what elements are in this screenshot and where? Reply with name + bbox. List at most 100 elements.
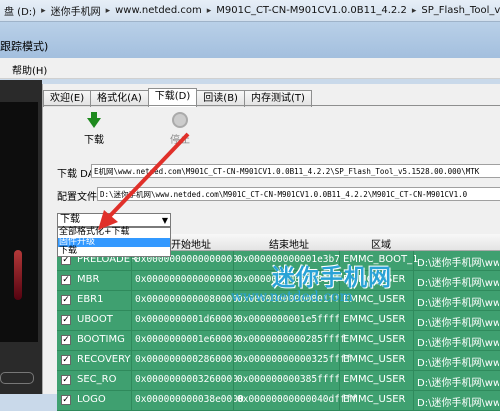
breadcrumb-folder-4[interactable]: SP_Flash_Tool_v5.1528 <box>419 5 500 16</box>
row-region: EMMC_USER <box>343 394 406 405</box>
row-start-address: 0x0000000003260000 <box>135 374 238 385</box>
row-region: EMMC_USER <box>343 354 406 365</box>
breadcrumb-folder-2[interactable]: www.netded.com <box>113 5 204 16</box>
download-button[interactable]: 下载 <box>79 112 109 146</box>
row-path: D:\迷你手机网\www <box>417 338 499 349</box>
row-checkbox[interactable]: ✓ <box>61 275 71 285</box>
column-divider <box>131 351 132 370</box>
watermark-title: 迷你手机网 <box>272 265 392 291</box>
column-divider <box>413 351 414 370</box>
column-divider <box>413 311 414 330</box>
download-arrow-head <box>87 118 101 128</box>
stop-icon <box>172 112 188 128</box>
column-divider <box>233 311 234 330</box>
row-start-address: 0x0000000001e60000 <box>135 334 238 345</box>
breadcrumb-folder-1[interactable]: 迷你手机网 <box>49 3 103 18</box>
row-start-address: 0x0000000000080000 <box>135 294 238 305</box>
column-divider <box>413 251 414 270</box>
row-checkbox[interactable]: ✓ <box>61 295 71 305</box>
table-row[interactable]: ✓ UBOOT 0x0000000001d60000 0x0000000001e5ff… <box>57 311 500 331</box>
row-name: RECOVERY <box>77 354 131 365</box>
option-download[interactable]: 下载 <box>58 246 170 257</box>
column-divider <box>339 351 340 370</box>
row-end-address: 0x00000000000325ffff <box>237 354 352 365</box>
column-divider <box>339 331 340 350</box>
chevron-right-icon[interactable]: ▸ <box>38 6 49 16</box>
row-start-address: 0x0000000000000000 <box>135 274 238 285</box>
chevron-right-icon[interactable]: ▸ <box>409 6 420 16</box>
header-end-address[interactable]: 结束地址 <box>269 236 309 251</box>
row-start-address: 0x0000000001d60000 <box>135 314 238 325</box>
stop-button-label: 停止 <box>170 135 190 146</box>
table-row[interactable]: ✓ LOGO 0x000000000038e0000 0x00000000000040… <box>57 391 500 411</box>
row-checkbox[interactable]: ✓ <box>61 395 71 405</box>
row-path: D:\迷你手机网\www <box>417 278 499 289</box>
column-divider <box>413 331 414 350</box>
column-divider <box>413 291 414 310</box>
header-start-address[interactable]: 开始地址 <box>171 236 211 251</box>
table-row[interactable]: ✓ BOOTIMG 0x0000000001e60000 0x000000000028… <box>57 331 500 351</box>
table-row[interactable]: ✓ SEC_RO 0x0000000003260000 0x000000000385f… <box>57 371 500 391</box>
column-divider <box>131 291 132 310</box>
row-name: LOGO <box>77 394 106 405</box>
row-checkbox[interactable]: ✓ <box>61 355 71 365</box>
row-name: BOOTIMG <box>77 334 125 345</box>
row-region: EMMC_USER <box>343 374 406 385</box>
column-divider <box>233 371 234 390</box>
row-checkbox[interactable]: ✓ <box>61 335 71 345</box>
column-divider <box>233 331 234 350</box>
row-region: EMMC_USER <box>343 334 406 345</box>
phone-glow <box>14 250 22 300</box>
column-divider <box>131 311 132 330</box>
da-file-field[interactable]: E机网\www.netded.com\M901C_CT-CN-M901CV1.0… <box>91 164 500 178</box>
menu-bar: 帮助(H) <box>0 58 500 79</box>
chevron-right-icon[interactable]: ▸ <box>204 6 215 16</box>
address-breadcrumb[interactable]: 盘 (D:) ▸ 迷你手机网 ▸ www.netded.com ▸ M901C_… <box>0 0 500 22</box>
config-label: 配置文件 <box>57 192 97 203</box>
column-divider <box>413 271 414 290</box>
menu-help[interactable]: 帮助(H) <box>12 62 47 77</box>
row-path: D:\迷你手机网\www <box>417 398 499 409</box>
tab-strip: 欢迎(E) 格式化(A) 下载(D) 回读(B) 内存测试(T) <box>43 88 312 107</box>
breadcrumb-folder-3[interactable]: M901C_CT-CN-M901CV1.0.0B11_4.2.2 <box>214 5 409 16</box>
phone-screen <box>0 102 38 342</box>
row-path: D:\迷你手机网\www <box>417 318 499 329</box>
column-divider <box>131 371 132 390</box>
row-checkbox[interactable]: ✓ <box>61 315 71 325</box>
row-name: SEC_RO <box>77 374 117 385</box>
row-path: D:\迷你手机网\www <box>417 358 499 369</box>
column-divider <box>233 351 234 370</box>
row-end-address: 0x0000000000285ffff <box>237 334 346 345</box>
row-path: D:\迷你手机网\www <box>417 258 499 269</box>
mode-select[interactable]: 下载 ▼ <box>57 213 171 227</box>
breadcrumb-drive[interactable]: 盘 (D:) <box>2 3 38 18</box>
watermark-url: www.netded.com <box>231 289 353 305</box>
column-divider <box>233 271 234 290</box>
column-divider <box>413 371 414 390</box>
row-start-address: 0x000000000038e0000 <box>135 394 244 405</box>
mode-dropdown-list: 全部格式化+下载 固件升级 下载 <box>57 227 171 257</box>
column-divider <box>131 271 132 290</box>
table-row[interactable]: ✓ RECOVERY 0x0000000002860000 0x00000000000… <box>57 351 500 371</box>
main-panel: 欢迎(E) 格式化(A) 下载(D) 回读(B) 内存测试(T) 下载 停止 下… <box>42 84 500 411</box>
header-region[interactable]: 区域 <box>371 236 391 251</box>
row-name: UBOOT <box>77 314 113 325</box>
stop-button[interactable]: 停止 <box>165 112 195 146</box>
config-file-field[interactable]: D:\迷你手机网\www.netded.com\M901C_CT-CN-M901… <box>97 187 500 201</box>
chevron-down-icon[interactable]: ▼ <box>162 215 168 227</box>
da-label: 下载 DA <box>57 169 95 180</box>
window-title: 跟踪模式) <box>0 40 49 53</box>
row-name: MBR <box>77 274 100 285</box>
column-divider <box>339 311 340 330</box>
column-divider <box>339 371 340 390</box>
row-path: D:\迷你手机网\www <box>417 378 499 389</box>
column-divider <box>131 331 132 350</box>
download-button-label: 下载 <box>84 135 104 146</box>
row-checkbox[interactable]: ✓ <box>61 375 71 385</box>
row-path: D:\迷你手机网\www <box>417 298 499 309</box>
row-region: EMMC_USER <box>343 314 406 325</box>
window-titlebar[interactable]: 跟踪模式) <box>0 22 500 58</box>
chevron-right-icon[interactable]: ▸ <box>103 6 114 16</box>
tab-divider <box>43 105 500 106</box>
phone-home-button <box>0 372 34 384</box>
